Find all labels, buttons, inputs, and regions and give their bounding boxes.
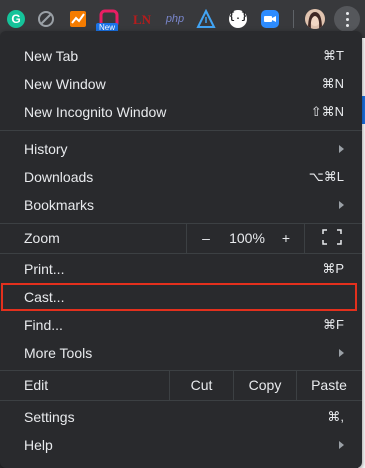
fullscreen-icon[interactable]: [322, 229, 342, 245]
zoom-level: 100%: [229, 230, 265, 246]
copy-button[interactable]: Copy: [234, 377, 296, 393]
submenu-arrow-icon: [339, 349, 344, 357]
menu-item-bookmarks[interactable]: Bookmarks: [0, 191, 362, 219]
menu-item-new-tab[interactable]: New Tab ⌘T: [0, 42, 362, 70]
svg-text:G: G: [11, 12, 20, 26]
menu-separator: [0, 253, 362, 254]
toolbar-divider: [293, 10, 294, 28]
menu-item-new-window[interactable]: New Window ⌘N: [0, 70, 362, 98]
paste-button[interactable]: Paste: [297, 377, 361, 393]
zoom-camera-icon[interactable]: [260, 9, 280, 29]
zoom-divider: [304, 223, 305, 253]
submenu-arrow-icon: [339, 441, 344, 449]
zoom-out-button[interactable]: –: [196, 230, 216, 246]
menu-item-help[interactable]: Help: [0, 431, 362, 459]
cut-button[interactable]: Cut: [170, 377, 233, 393]
menu-item-more-tools[interactable]: More Tools: [0, 339, 362, 367]
kebab-icon[interactable]: [334, 6, 360, 32]
zoom-in-button[interactable]: +: [276, 230, 296, 246]
svg-text:LN: LN: [133, 12, 152, 27]
zoom-divider: [186, 223, 187, 253]
submenu-arrow-icon: [339, 145, 344, 153]
chart-trend-icon[interactable]: [68, 9, 88, 29]
chrome-main-menu: New Tab ⌘T New Window ⌘N New Incognito W…: [0, 31, 362, 468]
no-entry-icon[interactable]: [36, 9, 56, 29]
ln-icon[interactable]: LN: [132, 9, 152, 29]
cast-highlight-box: [1, 283, 357, 311]
triangle-icon[interactable]: [196, 9, 216, 29]
menu-item-find[interactable]: Find... ⌘F: [0, 311, 362, 339]
menu-separator: [0, 130, 362, 131]
menu-item-downloads[interactable]: Downloads ⌥⌘L: [0, 163, 362, 191]
avatar[interactable]: [305, 9, 325, 29]
braces-icon[interactable]: {.}: [228, 9, 248, 29]
menu-item-new-incognito-window[interactable]: New Incognito Window ⇧⌘N: [0, 98, 362, 126]
menu-separator: [0, 400, 362, 401]
php-icon[interactable]: php: [164, 9, 186, 29]
menu-item-history[interactable]: History: [0, 135, 362, 163]
grammarly-icon[interactable]: G: [6, 9, 26, 29]
submenu-arrow-icon: [339, 201, 344, 209]
menu-item-settings[interactable]: Settings ⌘,: [0, 403, 362, 431]
menu-item-zoom: Zoom: [24, 230, 60, 246]
menu-item-print[interactable]: Print... ⌘P: [0, 255, 362, 283]
